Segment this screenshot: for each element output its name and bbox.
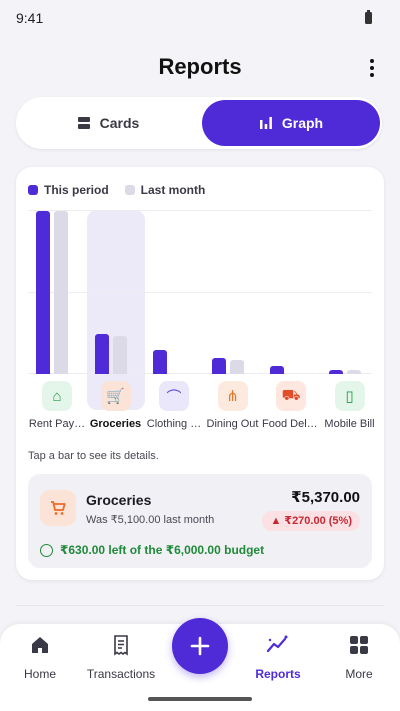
bar-this-period[interactable] <box>153 350 167 374</box>
more-options-button[interactable] <box>364 56 380 80</box>
category-detail[interactable]: Groceries Was ₹5,100.00 last month ₹5,37… <box>28 474 372 568</box>
chart-card: This period Last month ⌂ Rent Pay… 🛒 Grocer… <box>16 167 384 580</box>
bar-this-period[interactable] <box>94 334 109 374</box>
budget-status: ₹630.00 left of the ₹6,000.00 budget <box>40 543 264 557</box>
bar-this-period[interactable] <box>36 211 50 374</box>
category-label: Food Deli… <box>262 418 320 430</box>
cards-tab-label: Cards <box>99 115 140 131</box>
legend-last-month: Last month <box>124 183 206 197</box>
status-bar: 9:41 <box>0 0 400 36</box>
nav-label: Transactions <box>86 667 156 681</box>
status-time: 9:41 <box>16 10 44 26</box>
cards-icon <box>77 117 90 129</box>
nav-label: More <box>345 667 373 681</box>
nav-more[interactable]: More <box>319 634 399 681</box>
battery-icon <box>365 10 372 24</box>
change-badge: ▲ ₹270.00 (5%) <box>262 511 360 531</box>
view-toggle: Cards Graph <box>16 97 382 149</box>
category-item[interactable]: 🛒 Groceries <box>87 381 145 430</box>
bar-last-month[interactable] <box>229 359 244 374</box>
bar-this-period[interactable] <box>270 365 284 374</box>
legend-this-period: This period <box>28 183 109 197</box>
cart-icon <box>40 490 76 526</box>
nav-home[interactable]: Home <box>0 634 80 681</box>
graph-tab[interactable]: Graph <box>202 100 380 146</box>
category-label: Rent Pay… <box>28 418 86 430</box>
category-label: Mobile Bill <box>324 418 375 430</box>
page-title: Reports <box>158 54 242 79</box>
detail-amount: ₹5,370.00 <box>291 489 360 506</box>
category-item[interactable]: ⛟ Food Deli… <box>262 381 320 430</box>
bar-chart <box>28 210 372 410</box>
home-icon <box>32 637 48 653</box>
category-item[interactable]: ⌂ Rent Pay… <box>28 381 86 430</box>
cutlery-icon: ⋔ <box>217 381 248 411</box>
nav-label: Home <box>23 667 56 681</box>
bar-last-month[interactable] <box>346 369 361 374</box>
nav-reports[interactable]: Reports <box>238 634 318 681</box>
category-item[interactable]: ⌒ Clothing … <box>145 381 203 430</box>
receipt-icon <box>114 635 128 656</box>
budget-note: ₹630.00 left of the ₹6,000.00 budget <box>60 543 265 557</box>
category-label: Dining Out <box>206 418 259 430</box>
chart-legend: This period Last month <box>28 183 221 197</box>
plus-icon <box>190 636 210 656</box>
category-item[interactable]: ▯ Mobile Bill <box>321 381 379 430</box>
nav-label: Reports <box>255 667 301 681</box>
nav-transactions[interactable]: Transactions <box>81 634 161 681</box>
bar-last-month[interactable] <box>112 336 127 374</box>
gridline <box>28 210 372 211</box>
cart-icon: 🛒 <box>100 381 131 411</box>
gridline <box>28 373 372 374</box>
grid-icon <box>350 636 368 654</box>
home-indicator <box>148 697 252 701</box>
scooter-icon: ⛟ <box>276 381 306 411</box>
category-row: ⌂ Rent Pay… 🛒 Groceries ⌒ Clothing … ⋔ Dining O… <box>28 381 375 433</box>
category-item[interactable]: ⋔ Dining Out <box>204 381 262 430</box>
bar-this-period[interactable] <box>211 358 226 374</box>
trend-icon <box>266 635 288 653</box>
bar-chart-icon <box>259 117 272 129</box>
detail-category-name: Groceries <box>86 492 152 508</box>
selected-category-highlight <box>86 210 145 410</box>
add-transaction-button[interactable] <box>172 618 228 674</box>
divider <box>16 605 384 606</box>
category-label: Groceries <box>89 418 142 430</box>
legend-label: This period <box>44 183 109 197</box>
category-label: Clothing … <box>146 418 202 430</box>
chart-hint: Tap a bar to see its details. <box>28 450 159 462</box>
bar-last-month[interactable] <box>54 211 68 374</box>
check-circle-icon <box>40 543 53 557</box>
home-icon: ⌂ <box>42 381 72 411</box>
cards-tab[interactable]: Cards <box>19 100 197 146</box>
legend-label: Last month <box>140 183 206 197</box>
graph-tab-label: Graph <box>281 115 324 131</box>
phone-icon: ▯ <box>334 381 365 411</box>
hanger-icon: ⌒ <box>159 381 189 411</box>
detail-previous: Was ₹5,100.00 last month <box>86 514 215 526</box>
gridline <box>28 292 372 293</box>
bar-this-period[interactable] <box>328 369 343 374</box>
